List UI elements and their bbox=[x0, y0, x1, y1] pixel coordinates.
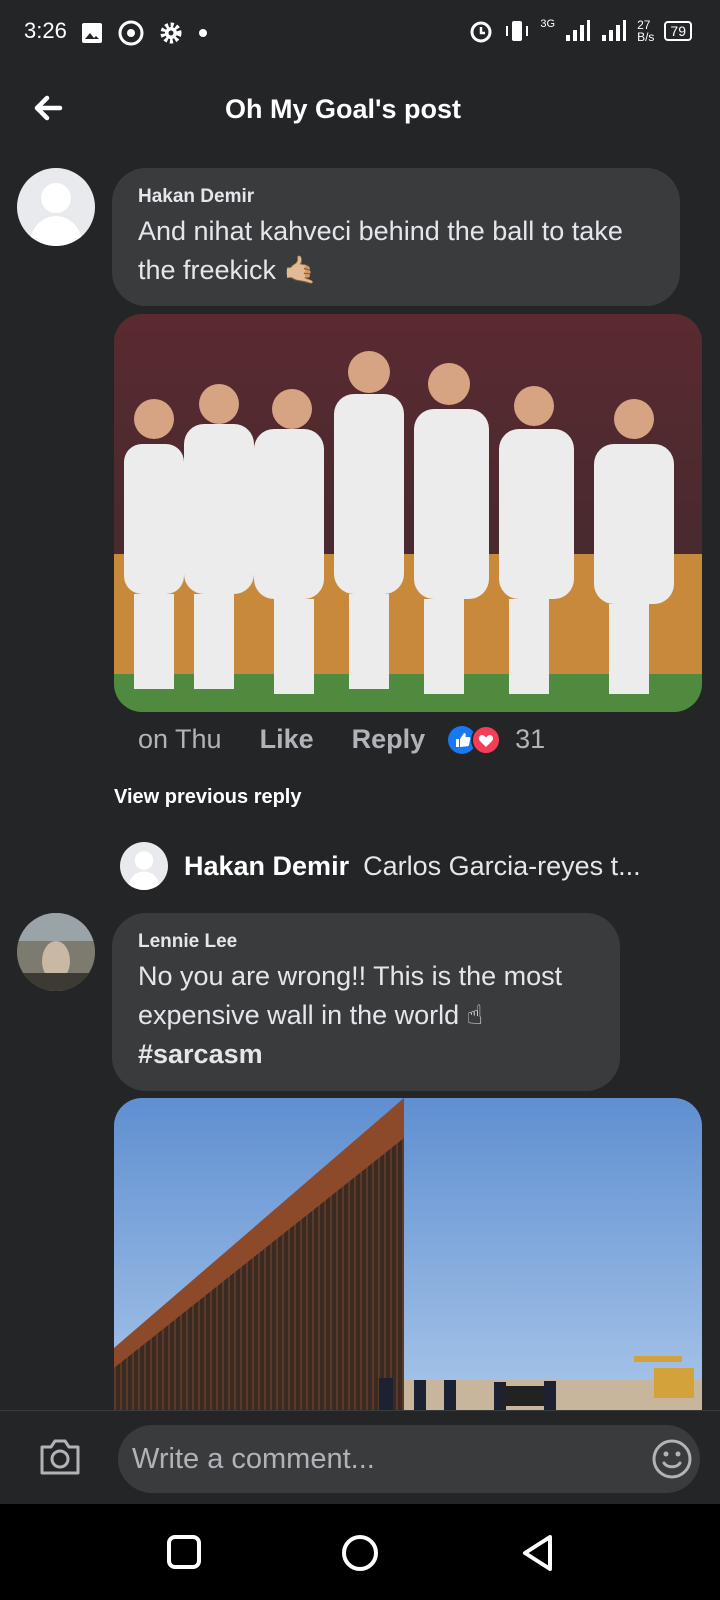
network-speed: 27 B/s bbox=[637, 19, 654, 43]
vibrate-icon bbox=[506, 21, 529, 41]
reply-preview[interactable]: Hakan Demir Carlos Garcia-reyes t... bbox=[120, 842, 641, 890]
default-user-icon bbox=[29, 183, 83, 246]
signal-2-icon bbox=[602, 20, 627, 41]
comment-text: And nihat kahveci behind the ball to tak… bbox=[138, 216, 623, 285]
reactions[interactable]: 31 bbox=[447, 724, 545, 755]
status-right-icons: 3G 27 B/s 79 bbox=[468, 18, 692, 44]
comment-bubble-1[interactable]: Hakan Demir And nihat kahveci behind the… bbox=[112, 168, 680, 306]
reply-author: Hakan Demir bbox=[184, 850, 350, 881]
avatar-lennie-lee[interactable] bbox=[17, 913, 95, 991]
comment-author[interactable]: Lennie Lee bbox=[138, 931, 594, 953]
signal-icon bbox=[566, 20, 591, 41]
comment-image-players-wall[interactable] bbox=[114, 314, 702, 712]
emoji-icon[interactable] bbox=[650, 1425, 694, 1493]
comment-bubble-2[interactable]: Lennie Lee No you are wrong!! This is th… bbox=[112, 913, 620, 1091]
avatar-hakan-demir[interactable] bbox=[17, 168, 95, 246]
settings-gear-icon bbox=[160, 22, 182, 44]
battery-indicator: 79 bbox=[664, 21, 692, 41]
chrome-icon bbox=[118, 20, 144, 46]
reply-button[interactable]: Reply bbox=[352, 724, 426, 755]
border-wall-photo bbox=[114, 1098, 702, 1410]
comment-timestamp: on Thu bbox=[138, 724, 222, 754]
comment-image-border-wall[interactable] bbox=[114, 1098, 702, 1410]
alarm-icon bbox=[470, 21, 492, 43]
system-nav-bar bbox=[0, 1504, 720, 1600]
view-previous-reply-link[interactable]: View previous reply bbox=[114, 786, 302, 809]
love-reaction-icon bbox=[471, 724, 502, 755]
comment-author[interactable]: Hakan Demir bbox=[138, 186, 654, 208]
network-type-label: 3G bbox=[540, 18, 556, 30]
profile-photo bbox=[17, 913, 95, 991]
default-user-icon bbox=[127, 851, 161, 890]
status-bar: 3:26 3G 27 B/s 79 bbox=[0, 0, 720, 64]
reply-text-preview: Carlos Garcia-reyes t... bbox=[363, 850, 641, 881]
network-speed-unit: B/s bbox=[637, 30, 655, 44]
football-players-photo bbox=[114, 314, 702, 712]
comment-meta: on Thu Like Reply 31 bbox=[138, 724, 545, 755]
like-button[interactable]: Like bbox=[260, 724, 314, 755]
back-triangle-icon[interactable] bbox=[520, 1534, 556, 1572]
comment-composer: Write a comment... bbox=[0, 1410, 720, 1505]
gallery-icon bbox=[82, 23, 102, 43]
post-header: Oh My Goal's post bbox=[0, 64, 720, 154]
comment-input[interactable]: Write a comment... bbox=[118, 1425, 700, 1493]
page-title: Oh My Goal's post bbox=[225, 94, 461, 124]
status-left-icons bbox=[80, 20, 208, 46]
camera-icon[interactable] bbox=[38, 1437, 82, 1477]
recents-square-icon[interactable] bbox=[166, 1534, 202, 1570]
status-time: 3:26 bbox=[24, 18, 67, 43]
hashtag-link[interactable]: #sarcasm bbox=[138, 1039, 263, 1069]
reactions-count: 31 bbox=[515, 724, 546, 754]
notification-dot-icon bbox=[199, 29, 207, 37]
reply-avatar bbox=[120, 842, 168, 890]
home-circle-icon[interactable] bbox=[341, 1534, 379, 1572]
comment-text: No you are wrong!! This is the most expe… bbox=[138, 957, 594, 1074]
comment-text-body: No you are wrong!! This is the most expe… bbox=[138, 961, 563, 1030]
